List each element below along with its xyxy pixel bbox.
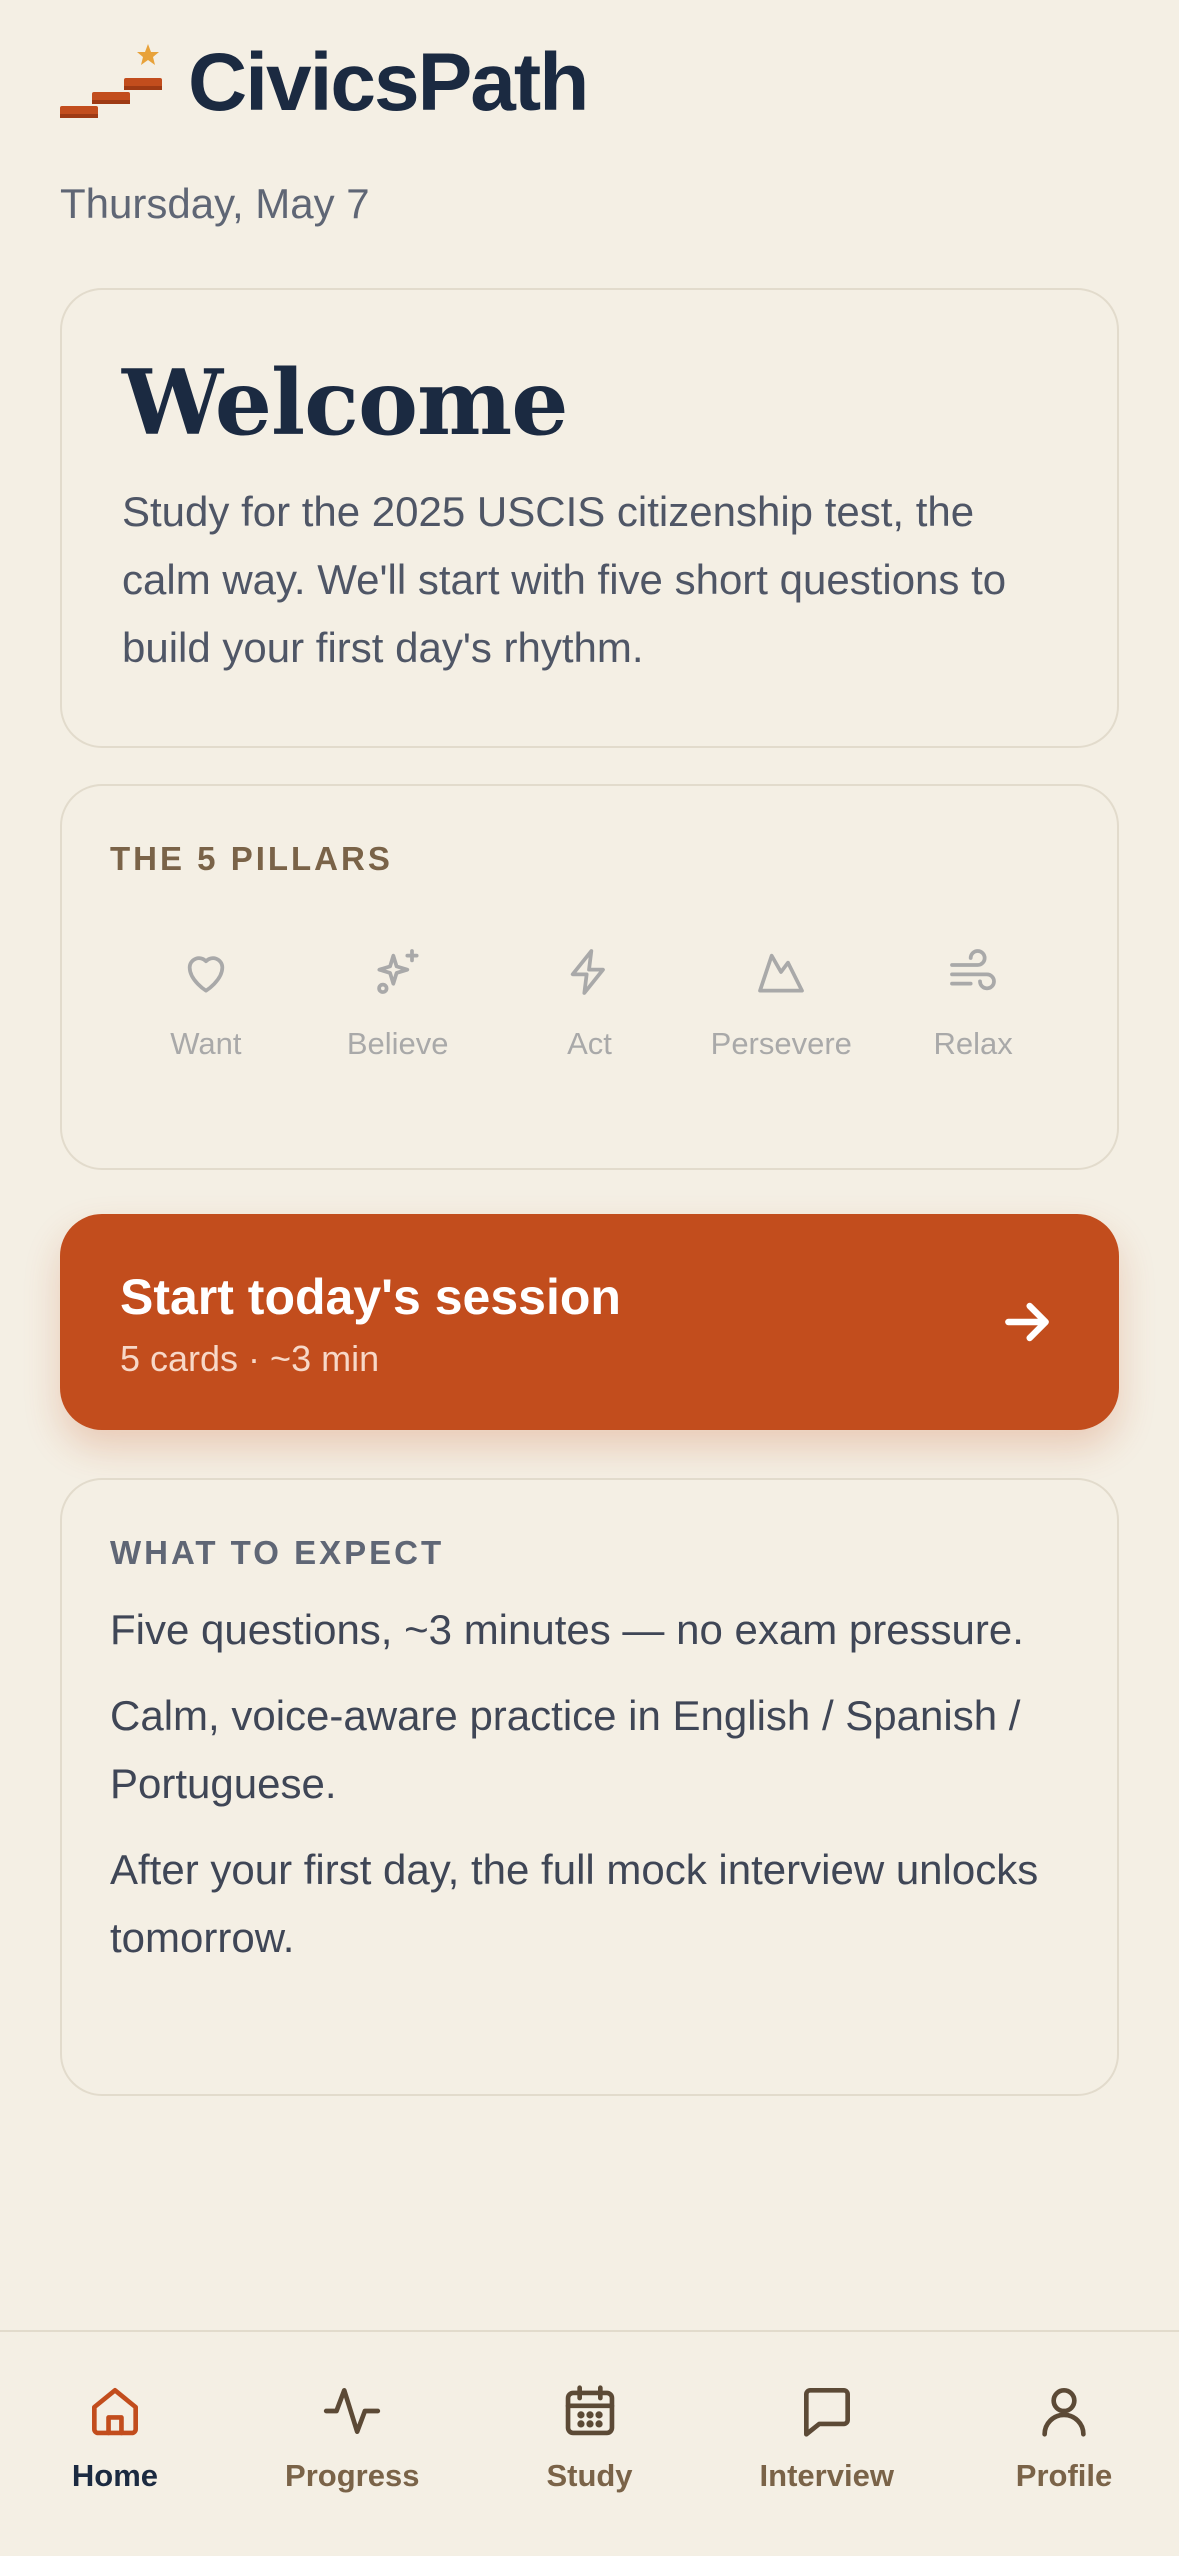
expect-item: Five questions, ~3 minutes — no exam pre…	[110, 1606, 1024, 1653]
welcome-description: Study for the 2025 USCIS citizenship tes…	[122, 488, 1007, 671]
welcome-card: Welcome Study for the 2025 USCIS citizen…	[60, 288, 1119, 748]
pillar-label: Act	[567, 1026, 612, 1061]
tab-label: Progress	[285, 2458, 420, 2493]
start-session-title: Start today's session	[120, 1269, 621, 1325]
activity-icon	[324, 2388, 381, 2434]
user-icon	[1042, 2388, 1086, 2437]
home-screen: CivicsPath Thursday, May 7 Welcome Study…	[0, 0, 1179, 2556]
wind-icon	[950, 949, 996, 991]
pillar-label: Relax	[933, 1026, 1013, 1061]
pillar-want[interactable]: Want	[110, 944, 302, 1062]
pillar-label: Believe	[346, 1026, 449, 1061]
start-session-button[interactable]: Start today's session 5 cards · ~3 min	[60, 1214, 1119, 1430]
tab-home[interactable]: Home	[20, 2332, 210, 2556]
tab-label: Home	[71, 2458, 159, 2493]
pillars-heading: THE 5 PILLARS	[110, 840, 393, 877]
tab-label: Profile	[1015, 2458, 1113, 2493]
pillar-believe[interactable]: Believe	[302, 944, 494, 1062]
tab-profile[interactable]: Profile	[969, 2332, 1159, 2556]
sparkle-icon	[376, 949, 419, 994]
tab-interview[interactable]: Interview	[732, 2332, 922, 2556]
pillar-persevere[interactable]: Persevere	[685, 944, 877, 1062]
pillars-row: Want Believe Act Persevere Relax	[110, 944, 1069, 1062]
expect-item: After your first day, the full mock inte…	[110, 1846, 1039, 1961]
home-icon	[92, 2388, 138, 2436]
what-to-expect-heading: WHAT TO EXPECT	[110, 1534, 445, 1571]
arrow-right-icon	[1005, 1302, 1049, 1342]
chat-bubble-icon	[803, 2388, 850, 2437]
pillar-act[interactable]: Act	[494, 944, 686, 1062]
pillar-relax[interactable]: Relax	[877, 944, 1069, 1062]
current-date: Thursday, May 7	[60, 180, 370, 227]
mountain-icon	[758, 953, 805, 993]
pillars-card: THE 5 PILLARS Want Believe Act Persevere…	[60, 784, 1119, 1170]
bottom-tab-bar: Home Progress Study Interview Profile	[0, 2330, 1179, 2556]
app-brand-title: CivicsPath	[188, 37, 589, 128]
lightning-icon	[571, 949, 606, 995]
what-to-expect-card: WHAT TO EXPECT Five questions, ~3 minute…	[60, 1478, 1119, 2096]
expect-item: Calm, voice-aware practice in English / …	[110, 1692, 1021, 1807]
tab-study[interactable]: Study	[495, 2332, 685, 2556]
app-header: CivicsPath	[60, 36, 589, 130]
welcome-title: Welcome	[122, 350, 569, 456]
tab-label: Interview	[759, 2458, 894, 2493]
stairs-logo-icon	[60, 44, 162, 118]
tab-progress[interactable]: Progress	[257, 2332, 447, 2556]
heart-icon	[187, 956, 225, 993]
start-session-subtitle: 5 cards · ~3 min	[120, 1338, 380, 1379]
pillar-label: Persevere	[710, 1026, 852, 1061]
pillar-label: Want	[170, 1026, 242, 1061]
calendar-icon	[565, 2385, 614, 2436]
tab-label: Study	[546, 2458, 633, 2493]
